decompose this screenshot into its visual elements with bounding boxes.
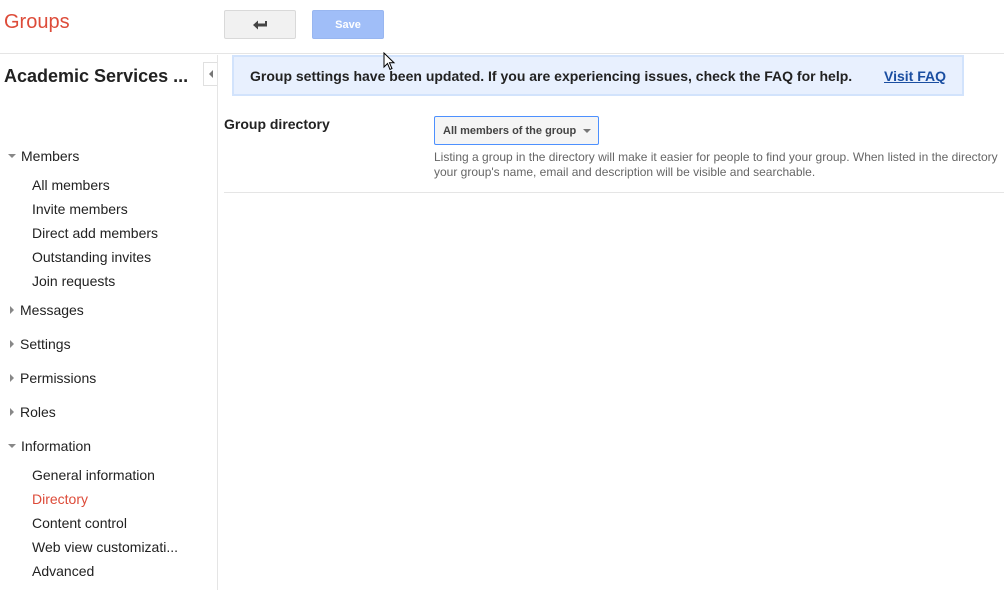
- sidebar-item-directory[interactable]: Directory: [32, 491, 88, 507]
- collapse-sidebar-button[interactable]: [203, 62, 217, 86]
- sidebar-item-all-members[interactable]: All members: [32, 177, 110, 193]
- visit-faq-link[interactable]: Visit FAQ: [884, 68, 946, 84]
- expanded-arrow-icon: [8, 154, 16, 158]
- notification-banner: Group settings have been updated. If you…: [232, 55, 964, 96]
- collapse-left-icon: [208, 70, 213, 78]
- banner-message: Group settings have been updated. If you…: [250, 68, 853, 84]
- save-button[interactable]: Save: [312, 10, 384, 39]
- sidebar-item-join-requests[interactable]: Join requests: [32, 273, 115, 289]
- sidebar-item-general-information[interactable]: General information: [32, 467, 155, 483]
- section-label: Information: [21, 438, 92, 454]
- section-label: Members: [21, 148, 80, 164]
- section-label: Settings: [20, 336, 71, 352]
- sidebar-section-settings[interactable]: Settings: [8, 336, 71, 352]
- back-button[interactable]: [224, 10, 296, 39]
- sidebar-item-web-view-customization[interactable]: Web view customizati...: [32, 539, 178, 555]
- setting-label: Group directory: [224, 116, 330, 132]
- sidebar-section-roles[interactable]: Roles: [8, 404, 56, 420]
- section-label: Messages: [20, 302, 84, 318]
- section-label: Permissions: [20, 370, 97, 386]
- section-label: Roles: [20, 404, 56, 420]
- mouse-cursor-icon: [383, 52, 396, 71]
- sidebar-section-messages[interactable]: Messages: [8, 302, 84, 318]
- collapsed-arrow-icon: [10, 408, 14, 416]
- sidebar-section-permissions[interactable]: Permissions: [8, 370, 96, 386]
- back-arrow-icon: [253, 20, 267, 29]
- collapsed-arrow-icon: [10, 374, 14, 382]
- sidebar-section-members[interactable]: Members: [8, 148, 79, 164]
- sidebar-item-outstanding-invites[interactable]: Outstanding invites: [32, 249, 151, 265]
- collapsed-arrow-icon: [10, 306, 14, 314]
- collapsed-arrow-icon: [10, 340, 14, 348]
- group-directory-setting: Group directory All members of the group…: [224, 106, 1004, 193]
- app-title[interactable]: Groups: [4, 11, 70, 34]
- expanded-arrow-icon: [8, 444, 16, 448]
- sidebar-item-direct-add-members[interactable]: Direct add members: [32, 225, 158, 241]
- sidebar: Academic Services ... Members All member…: [0, 55, 218, 590]
- setting-description: Listing a group in the directory will ma…: [434, 150, 998, 179]
- sidebar-section-information[interactable]: Information: [8, 438, 91, 454]
- directory-visibility-select[interactable]: All members of the group: [434, 116, 599, 145]
- sidebar-item-advanced[interactable]: Advanced: [32, 563, 94, 579]
- sidebar-item-invite-members[interactable]: Invite members: [32, 201, 128, 217]
- sidebar-item-content-control[interactable]: Content control: [32, 515, 127, 531]
- group-name: Academic Services ...: [4, 66, 189, 86]
- select-value: All members of the group: [443, 124, 577, 137]
- top-bar: Groups Save: [0, 0, 1004, 54]
- dropdown-arrow-icon: [583, 128, 592, 133]
